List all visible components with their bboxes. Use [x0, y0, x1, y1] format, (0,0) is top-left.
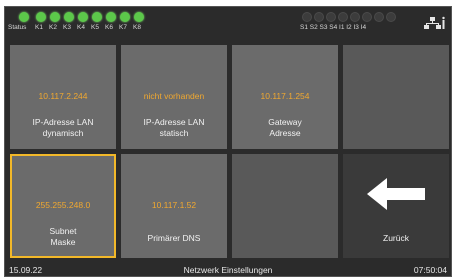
subnet-mask-value: 255.255.248.0 — [35, 200, 91, 210]
k3-led — [64, 12, 74, 22]
page-title: Netzwerk Einstellungen — [183, 265, 273, 275]
primary-dns-value: 10.117.1.52 — [151, 200, 197, 210]
arrow-left-icon — [367, 178, 425, 210]
network-status-icon — [424, 16, 445, 29]
i1-led — [350, 12, 360, 22]
k5-led — [92, 12, 102, 22]
back-label: Zurück — [383, 233, 409, 243]
ip-lan-dynamic-value: 10.117.2.244 — [38, 91, 88, 101]
bottom-bar: 15.09.22 Netzwerk Einstellungen 07:50:04 — [5, 265, 451, 276]
primary-dns-label: Primärer DNS — [147, 233, 201, 243]
status-led — [19, 12, 29, 22]
ip-lan-static-value: nicht vorhanden — [143, 91, 205, 101]
subnet-mask-label: Subnet Maske — [49, 226, 77, 247]
k6-led — [106, 12, 116, 22]
si-labels: S1 S2 S3 S4 I1 I2 I3 I4 — [300, 24, 367, 31]
k1-led — [36, 12, 46, 22]
settings-grid: 10.117.2.244 IP-Adresse LAN dynamisch ni… — [10, 45, 450, 267]
back-button[interactable]: Zurück — [343, 154, 449, 258]
tile-ip-lan-static[interactable]: nicht vorhanden IP-Adresse LAN statisch — [121, 45, 227, 149]
i3-led — [374, 12, 384, 22]
tile-empty-2 — [232, 154, 338, 258]
gateway-label: Gateway Adresse — [268, 117, 302, 138]
tile-gateway[interactable]: 10.117.1.254 Gateway Adresse — [232, 45, 338, 149]
s4-led — [338, 12, 348, 22]
k2-led — [50, 12, 60, 22]
status-bar: Status K1 K2 K3 K4 K5 K6 K7 K8 S1 S2 S3 … — [5, 7, 451, 41]
i4-led — [386, 12, 396, 22]
k7-label: K7 — [119, 24, 127, 31]
tile-ip-lan-dynamic[interactable]: 10.117.2.244 IP-Adresse LAN dynamisch — [10, 45, 116, 149]
k3-label: K3 — [63, 24, 71, 31]
tile-subnet-mask[interactable]: 255.255.248.0 Subnet Maske — [10, 154, 116, 258]
tile-empty-1 — [343, 45, 449, 149]
k8-label: K8 — [133, 24, 141, 31]
s2-led — [314, 12, 324, 22]
tile-primary-dns[interactable]: 10.117.1.52 Primärer DNS — [121, 154, 227, 258]
s3-led — [326, 12, 336, 22]
i2-led — [362, 12, 372, 22]
s1-led — [302, 12, 312, 22]
k5-label: K5 — [91, 24, 99, 31]
k1-label: K1 — [35, 24, 43, 31]
ip-lan-static-label: IP-Adresse LAN statisch — [143, 117, 205, 138]
k4-label: K4 — [77, 24, 85, 31]
gateway-value: 10.117.1.254 — [260, 91, 310, 101]
k7-led — [120, 12, 130, 22]
ip-lan-dynamic-label: IP-Adresse LAN dynamisch — [32, 117, 94, 138]
time-display: 07:50:04 — [413, 265, 447, 275]
k2-label: K2 — [49, 24, 57, 31]
k8-led — [134, 12, 144, 22]
k6-label: K6 — [105, 24, 113, 31]
status-label: Status — [8, 24, 27, 31]
k4-led — [78, 12, 88, 22]
device-screen: Status K1 K2 K3 K4 K5 K6 K7 K8 S1 S2 S3 … — [4, 6, 452, 277]
